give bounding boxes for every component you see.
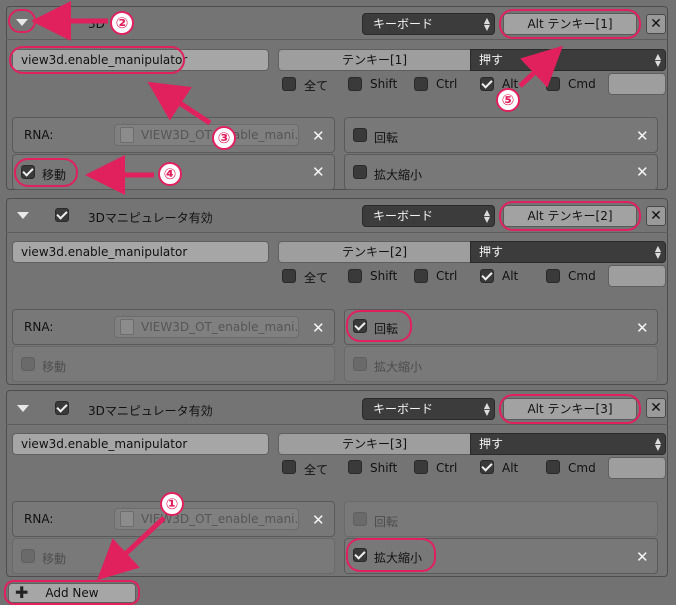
badge-2: ② — [110, 11, 134, 35]
badge-3: ③ — [212, 126, 236, 150]
arrow-5 — [518, 45, 563, 88]
annotation-arrows — [31, 1, 563, 581]
badge-1: ① — [160, 492, 184, 516]
arrow-1 — [97, 516, 166, 581]
badge-5: ⑤ — [496, 88, 520, 112]
arrow-3 — [147, 81, 212, 126]
badge-4: ④ — [158, 162, 182, 186]
